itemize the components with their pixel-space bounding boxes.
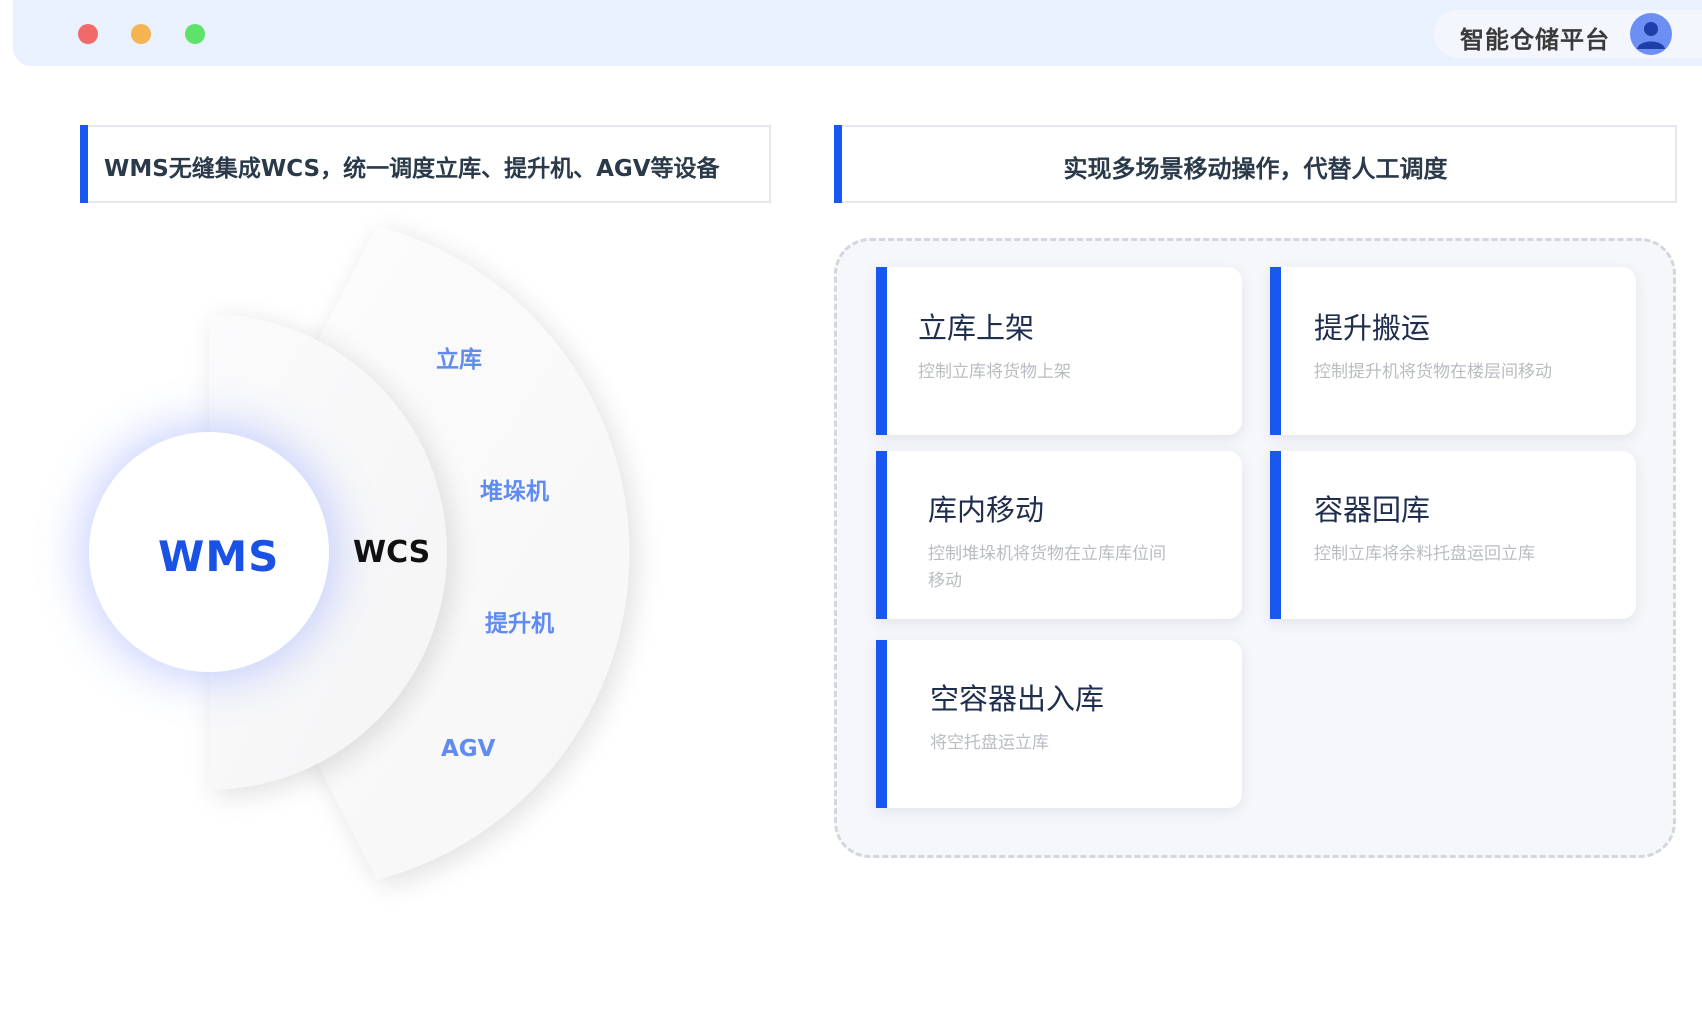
window-minimize-button[interactable] — [131, 24, 151, 44]
card-accent-bar — [1270, 451, 1281, 619]
operation-card-put-away[interactable]: 立库上架 控制立库将货物上架 — [876, 267, 1242, 435]
user-avatar-icon[interactable] — [1630, 13, 1672, 55]
operation-desc: 将空托盘运立库 — [930, 733, 1049, 753]
operation-card-empty-container[interactable]: 空容器出入库 将空托盘运立库 — [876, 640, 1242, 808]
platform-name: 智能仓储平台 — [1460, 26, 1610, 54]
operation-card-container-return[interactable]: 容器回库 控制立库将余料托盘运回立库 — [1270, 451, 1636, 619]
wms-label: WMS — [158, 532, 280, 581]
operations-header: 实现多场景移动操作，代替人工调度 — [834, 125, 1677, 203]
operation-desc: 控制立库将余料托盘运回立库 — [1314, 544, 1535, 564]
operation-desc: 控制立库将货物上架 — [918, 362, 1071, 382]
operation-title: 提升搬运 — [1314, 311, 1431, 345]
device-label-elevator: 提升机 — [485, 611, 554, 637]
window-maximize-button[interactable] — [185, 24, 205, 44]
operation-title: 库内移动 — [928, 493, 1045, 527]
window-close-button[interactable] — [78, 24, 98, 44]
integration-header: WMS无缝集成WCS，统一调度立库、提升机、AGV等设备 — [80, 125, 771, 203]
card-accent-bar — [1270, 267, 1281, 435]
operation-title: 空容器出入库 — [930, 682, 1105, 716]
operation-card-internal-move[interactable]: 库内移动 控制堆垛机将货物在立库库位间移动 — [876, 451, 1242, 619]
operations-header-text: 实现多场景移动操作，代替人工调度 — [1063, 155, 1448, 183]
operation-desc: 控制提升机将货物在楼层间移动 — [1314, 362, 1552, 382]
account-badge[interactable]: 智能仓储平台 — [1434, 10, 1702, 58]
operation-desc: 控制堆垛机将货物在立库库位间移动 — [928, 544, 1166, 591]
card-accent-bar — [876, 640, 887, 808]
card-accent-bar — [876, 267, 887, 435]
card-accent-bar — [876, 451, 887, 619]
operation-title: 容器回库 — [1314, 493, 1431, 527]
device-label-stacker-warehouse: 立库 — [436, 347, 482, 373]
wcs-label: WCS — [353, 535, 431, 570]
operations-panel: 立库上架 控制立库将货物上架 提升搬运 控制提升机将货物在楼层间移动 库内移动 … — [834, 238, 1676, 858]
device-label-stacker-crane: 堆垛机 — [480, 479, 549, 505]
operation-title: 立库上架 — [918, 311, 1035, 345]
operation-card-elevator-transport[interactable]: 提升搬运 控制提升机将货物在楼层间移动 — [1270, 267, 1636, 435]
header-accent-bar — [80, 125, 88, 203]
integration-header-text: WMS无缝集成WCS，统一调度立库、提升机、AGV等设备 — [104, 156, 720, 182]
integration-diagram: WMS WCS 立库 堆垛机 提升机 AGV — [0, 210, 760, 930]
device-label-agv: AGV — [441, 736, 496, 762]
